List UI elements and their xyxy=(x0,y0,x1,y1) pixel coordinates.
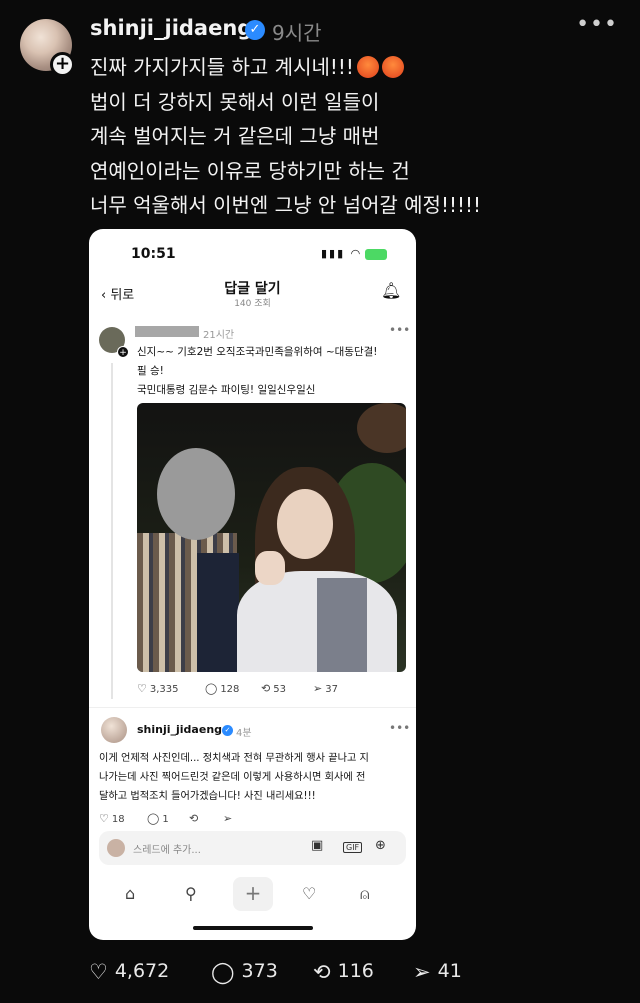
like-count-value: 18 xyxy=(111,814,125,825)
redacted-username xyxy=(135,326,199,337)
comment-count-value: 128 xyxy=(220,684,240,695)
verified-badge-icon: ✓ xyxy=(222,725,233,736)
search-icon[interactable]: ⚲ xyxy=(185,884,197,903)
share-count-value: 41 xyxy=(437,960,462,982)
battery-icon xyxy=(365,249,387,260)
follow-plus-icon[interactable]: + xyxy=(117,346,129,358)
status-bar-time: 10:51 xyxy=(131,246,176,262)
send-icon: ➢ xyxy=(223,812,233,825)
background-tree xyxy=(357,403,406,453)
repost-button[interactable]: ⟲ 116 xyxy=(313,960,374,984)
my-avatar[interactable] xyxy=(101,717,127,743)
heart-icon: ♡ xyxy=(99,812,109,825)
image-icon[interactable]: ▣ xyxy=(311,838,323,853)
blurred-face xyxy=(157,448,235,540)
my-reply-line-1: 이게 언제적 사진인데... 정치색과 전혀 무관하게 행사 끝나고 지 xyxy=(99,753,369,764)
woman-face xyxy=(277,489,333,559)
verified-badge-icon: ✓ xyxy=(245,20,265,40)
my-reply-time: 4분 xyxy=(236,728,252,739)
share-count-value: 37 xyxy=(325,684,338,695)
thread-title: 답글 달기 xyxy=(224,281,281,297)
my-reply-text: 이게 언제적 사진인데... 정치색과 전혀 무관하게 행사 끝나고 지 나가는… xyxy=(99,749,409,806)
share-count[interactable]: ➢ 37 xyxy=(313,682,338,695)
more-options-icon[interactable]: ••• xyxy=(389,721,410,735)
like-count-value: 4,672 xyxy=(114,960,170,982)
reply-composer[interactable]: 스레드에 추가... ▣ GIF ⊕ xyxy=(99,831,406,865)
repost-button[interactable]: ⟲ xyxy=(189,812,201,825)
reply-time: 21시간 xyxy=(203,330,235,341)
profile-icon[interactable]: ⍝ xyxy=(360,884,370,904)
like-count[interactable]: ♡ 18 xyxy=(99,812,125,825)
like-count[interactable]: ♡ 3,335 xyxy=(137,682,179,695)
my-reply-line-2: 나가는데 사진 찍어드린것 같은데 이렇게 사용하시면 회사에 전 xyxy=(99,772,366,783)
send-icon: ➢ xyxy=(313,682,323,695)
post-line-5: 너무 억울해서 이번엔 그냥 안 넘어갈 예정!!!!! xyxy=(90,193,482,217)
post-line-3: 계속 벌어지는 거 같은데 그냥 매번 xyxy=(90,124,380,148)
peace-sign-hand xyxy=(255,551,285,585)
angry-face-emoji-icon xyxy=(356,56,379,78)
follow-plus-icon[interactable]: + xyxy=(50,52,75,77)
send-icon: ➢ xyxy=(413,960,431,984)
comment-button[interactable]: ◯ 373 xyxy=(211,960,278,984)
repost-count[interactable]: ⟲ 53 xyxy=(261,682,286,695)
comment-count-value: 1 xyxy=(162,814,169,825)
comment-count[interactable]: ◯ 1 xyxy=(147,812,169,825)
create-post-button[interactable]: + xyxy=(233,877,273,911)
composer-avatar xyxy=(107,839,125,857)
heart-icon: ♡ xyxy=(89,960,108,984)
my-reply-line-3: 달하고 법적조치 들어가겠습니다! 사진 내리세요!!! xyxy=(99,791,316,802)
share-button[interactable]: ➢ 41 xyxy=(413,960,462,984)
comment-icon: ◯ xyxy=(205,682,218,695)
home-icon[interactable]: ⌂ xyxy=(125,884,135,903)
composer-placeholder[interactable]: 스레드에 추가... xyxy=(133,841,201,856)
cursing-face-emoji-icon xyxy=(381,56,404,78)
repost-count-value: 53 xyxy=(273,684,286,695)
comment-icon: ◯ xyxy=(147,812,160,825)
comment-icon: ◯ xyxy=(211,960,235,984)
repost-icon: ⟲ xyxy=(313,960,331,984)
thread-views: 140 조회 xyxy=(234,299,271,309)
post-line-4: 연예인이라는 이유로 당하기만 하는 건 xyxy=(90,158,410,183)
more-options-icon[interactable]: ••• xyxy=(389,323,410,337)
reply-line-1: 신지~~ 기호2번 오직조국과민족을위하여 ~대동단결! xyxy=(137,346,378,358)
comment-count[interactable]: ◯ 128 xyxy=(205,682,239,695)
thread-connector-line xyxy=(111,363,113,699)
add-circle-icon[interactable]: ⊕ xyxy=(375,838,386,853)
repost-count-value: 116 xyxy=(337,960,374,982)
post-actions: ♡ 4,672 ◯ 373 ⟲ 116 ➢ 41 xyxy=(89,960,629,990)
like-button[interactable]: ♡ 4,672 xyxy=(89,960,169,984)
more-options-icon[interactable]: ••• xyxy=(576,12,618,37)
divider xyxy=(89,707,416,708)
like-count-value: 3,335 xyxy=(149,684,179,695)
heart-icon[interactable]: ♡ xyxy=(302,884,316,903)
signal-wifi-icon: ▮▮▮ ◠ xyxy=(321,247,363,260)
author-username[interactable]: shinji_jidaeng xyxy=(90,16,252,40)
repost-icon: ⟲ xyxy=(189,812,199,825)
woman-vest xyxy=(317,578,367,672)
bell-icon[interactable]: 🔔︎ xyxy=(381,281,401,300)
repost-icon: ⟲ xyxy=(261,682,271,695)
post-text: 진짜 가지가지들 하고 계시네!!! 법이 더 강하지 못해서 이런 일들이 계… xyxy=(90,50,620,223)
reply-line-2: 필 승! xyxy=(137,365,164,377)
reply-text: 신지~~ 기호2번 오직조국과민족을위하여 ~대동단결! 필 승! 국민대통령 … xyxy=(137,343,413,400)
gif-button[interactable]: GIF xyxy=(343,842,363,853)
post-line-2: 법이 더 강하지 못해서 이런 일들이 xyxy=(90,89,380,114)
attached-screenshot[interactable]: 10:51 ▮▮▮ ◠ ‹ 뒤로 답글 달기 140 조회 🔔︎ + 21시간 … xyxy=(89,229,416,940)
reply-line-3: 국민대통령 김문수 파이팅! 일일신우일신 xyxy=(137,384,316,396)
post-time: 9시간 xyxy=(272,21,322,45)
my-username[interactable]: shinji_jidaeng xyxy=(137,723,222,736)
share-button[interactable]: ➢ xyxy=(223,812,235,825)
heart-icon: ♡ xyxy=(137,682,147,695)
man-jacket xyxy=(197,553,239,672)
reply-photo[interactable] xyxy=(137,403,406,672)
comment-count-value: 373 xyxy=(241,960,278,982)
post-line-1: 진짜 가지가지들 하고 계시네!!! xyxy=(90,55,354,79)
home-indicator xyxy=(193,926,313,930)
